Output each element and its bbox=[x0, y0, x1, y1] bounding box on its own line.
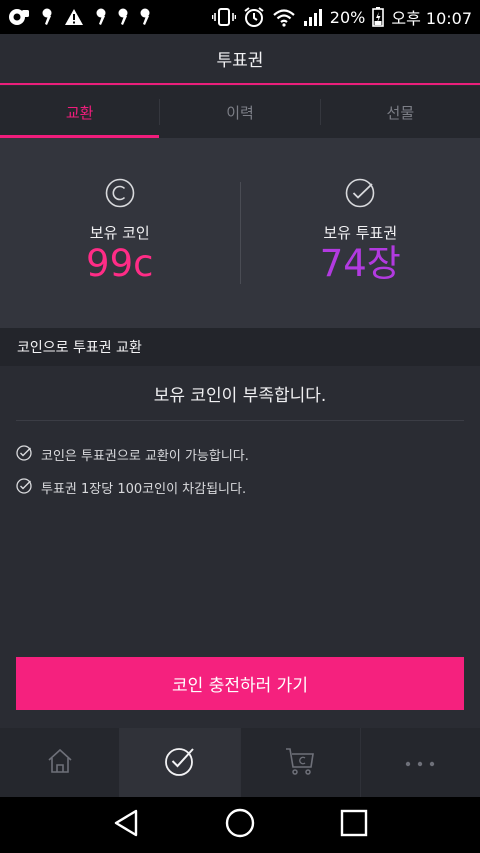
tab-history[interactable]: 이력 bbox=[160, 86, 319, 138]
check-icon bbox=[16, 477, 41, 498]
check-circle-icon bbox=[164, 745, 196, 781]
battery-percent: 20% bbox=[329, 7, 366, 27]
lguplus-icon bbox=[8, 7, 30, 27]
note-item: 코인은 투표권으로 교환이 가능합니다. bbox=[16, 438, 464, 471]
note-item: 투표권 1장당 100코인이 차감됩니다. bbox=[16, 471, 464, 504]
check-icon bbox=[16, 444, 41, 465]
divider bbox=[16, 420, 464, 421]
message-notification-icon bbox=[140, 8, 150, 26]
ticket-balance: 보유 투표권 74장 bbox=[241, 138, 480, 328]
system-navigation-bar bbox=[0, 797, 480, 853]
vibrate-icon bbox=[211, 7, 236, 27]
page-title: 투표권 bbox=[216, 51, 264, 71]
signal-icon bbox=[303, 7, 323, 27]
alarm-icon bbox=[243, 6, 265, 28]
recents-icon[interactable] bbox=[340, 809, 368, 841]
coin-c-icon bbox=[105, 178, 135, 212]
app-header: 투표권 bbox=[0, 34, 480, 85]
coin-balance: 보유 코인 99c bbox=[0, 138, 240, 328]
nav-vote[interactable] bbox=[120, 728, 241, 797]
coin-balance-value: 99c bbox=[86, 242, 154, 285]
ticket-balance-label: 보유 투표권 bbox=[323, 224, 398, 242]
balance-summary: 보유 코인 99c 보유 투표권 74장 bbox=[0, 138, 480, 328]
nav-shop[interactable] bbox=[241, 728, 361, 797]
check-circle-icon bbox=[345, 178, 375, 212]
message-notification-icon bbox=[96, 8, 106, 26]
note-text: 투표권 1장당 100코인이 차감됩니다. bbox=[41, 482, 247, 497]
tab-gift[interactable]: 선물 bbox=[321, 86, 480, 138]
clock: 오후 10:07 bbox=[391, 9, 472, 28]
warning-icon bbox=[64, 8, 84, 26]
battery-icon bbox=[372, 7, 385, 27]
back-icon[interactable] bbox=[112, 808, 140, 842]
section-header: 코인으로 투표권 교환 bbox=[0, 328, 480, 366]
home-icon bbox=[46, 747, 74, 779]
more-icon bbox=[404, 753, 436, 772]
coin-cart-icon bbox=[284, 746, 316, 780]
message-notification-icon bbox=[118, 8, 128, 26]
coin-balance-label: 보유 코인 bbox=[89, 224, 150, 242]
tab-exchange[interactable]: 교환 bbox=[0, 86, 160, 138]
nav-home[interactable] bbox=[0, 728, 121, 797]
message-notification-icon bbox=[42, 8, 52, 26]
nav-more[interactable] bbox=[361, 728, 480, 797]
notes-list: 코인은 투표권으로 교환이 가능합니다. 투표권 1장당 100코인이 차감됩니… bbox=[16, 438, 464, 504]
ticket-balance-value: 74장 bbox=[319, 242, 401, 285]
bottom-nav bbox=[0, 728, 480, 797]
note-text: 코인은 투표권으로 교환이 가능합니다. bbox=[41, 449, 249, 464]
home-circle-icon[interactable] bbox=[225, 808, 255, 842]
charge-coins-button[interactable]: 코인 충전하러 가기 bbox=[16, 657, 464, 710]
insufficient-coins-message: 보유 코인이 부족합니다. bbox=[153, 385, 327, 406]
tab-bar: 교환 이력 선물 bbox=[0, 86, 480, 138]
status-bar: 20% 오후 10:07 bbox=[0, 0, 480, 34]
wifi-icon bbox=[272, 7, 296, 27]
